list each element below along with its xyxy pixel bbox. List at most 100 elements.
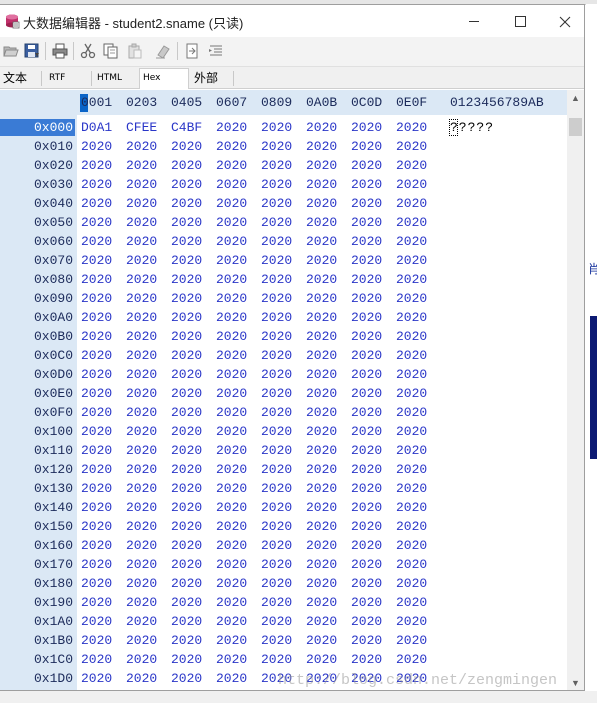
hex-byte-pair[interactable]: 2020 [126, 612, 157, 631]
hex-byte-pair[interactable]: 2020 [261, 251, 292, 270]
hex-byte-pair[interactable]: 2020 [351, 612, 382, 631]
hex-byte-pair[interactable]: 2020 [306, 251, 337, 270]
hex-byte-pair[interactable]: CFEE [126, 118, 157, 137]
hex-byte-pair[interactable]: 2020 [261, 213, 292, 232]
hex-row[interactable]: 0x150 2020 2020 2020 2020 2020 2020 2020 2020 [0, 517, 567, 536]
hex-byte-pair[interactable]: 2020 [306, 194, 337, 213]
hex-byte-pair[interactable]: 2020 [396, 232, 427, 251]
hex-byte-pair[interactable]: 2020 [171, 498, 202, 517]
hex-byte-pair[interactable]: 2020 [306, 479, 337, 498]
hex-byte-pair[interactable]: 2020 [126, 365, 157, 384]
hex-byte-pair[interactable]: 2020 [216, 517, 247, 536]
hex-byte-pair[interactable]: 2020 [261, 137, 292, 156]
hex-byte-pair[interactable]: 2020 [396, 631, 427, 650]
hex-byte-pair[interactable]: 2020 [126, 498, 157, 517]
hex-byte-pair[interactable]: 2020 [171, 251, 202, 270]
hex-byte-pair[interactable]: 2020 [81, 612, 112, 631]
hex-byte-pair[interactable]: 2020 [351, 593, 382, 612]
hex-byte-pair[interactable]: 2020 [81, 270, 112, 289]
hex-byte-pair[interactable]: 2020 [396, 441, 427, 460]
hex-byte-pair[interactable]: 2020 [306, 517, 337, 536]
hex-byte-pair[interactable]: 2020 [216, 441, 247, 460]
hex-byte-pair[interactable]: 2020 [126, 194, 157, 213]
hex-row[interactable]: 0x170 2020 2020 2020 2020 2020 2020 2020 2020 [0, 555, 567, 574]
hex-byte-pair[interactable]: 2020 [306, 403, 337, 422]
hex-row[interactable]: 0x030 2020 2020 2020 2020 2020 2020 2020 2020 [0, 175, 567, 194]
hex-byte-pair[interactable]: 2020 [261, 498, 292, 517]
hex-byte-pair[interactable]: 2020 [306, 156, 337, 175]
hex-byte-pair[interactable]: 2020 [351, 346, 382, 365]
print-icon[interactable] [52, 43, 68, 59]
export-icon[interactable] [208, 43, 224, 59]
hex-byte-pair[interactable]: 2020 [261, 555, 292, 574]
hex-byte-pair[interactable]: 2020 [351, 270, 382, 289]
hex-byte-pair[interactable]: 2020 [306, 327, 337, 346]
hex-byte-pair[interactable]: 2020 [261, 479, 292, 498]
hex-byte-pair[interactable]: 2020 [81, 232, 112, 251]
hex-byte-pair[interactable]: 2020 [306, 441, 337, 460]
hex-byte-pair[interactable]: 2020 [306, 213, 337, 232]
hex-byte-pair[interactable]: 2020 [396, 327, 427, 346]
hex-byte-pair[interactable]: 2020 [126, 555, 157, 574]
hex-row[interactable]: 0x0D0 2020 2020 2020 2020 2020 2020 2020 2020 [0, 365, 567, 384]
maximize-button[interactable] [497, 5, 543, 37]
hex-row[interactable]: 0x0F0 2020 2020 2020 2020 2020 2020 2020 2020 [0, 403, 567, 422]
hex-byte-pair[interactable]: 2020 [396, 384, 427, 403]
import-icon[interactable] [184, 43, 200, 59]
hex-byte-pair[interactable]: 2020 [81, 555, 112, 574]
hex-byte-pair[interactable]: 2020 [396, 308, 427, 327]
hex-byte-pair[interactable]: 2020 [351, 194, 382, 213]
hex-byte-pair[interactable]: 2020 [306, 308, 337, 327]
hex-byte-pair[interactable]: 2020 [171, 194, 202, 213]
hex-row[interactable]: 0x180 2020 2020 2020 2020 2020 2020 2020 2020 [0, 574, 567, 593]
hex-byte-pair[interactable]: 2020 [261, 650, 292, 669]
hex-byte-pair[interactable]: 2020 [396, 213, 427, 232]
hex-byte-pair[interactable]: 2020 [306, 175, 337, 194]
hex-byte-pair[interactable]: 2020 [171, 650, 202, 669]
hex-byte-pair[interactable]: 2020 [171, 308, 202, 327]
hex-byte-pair[interactable]: 2020 [216, 593, 247, 612]
hex-byte-pair[interactable]: 2020 [81, 650, 112, 669]
hex-byte-pair[interactable]: 2020 [216, 631, 247, 650]
hex-byte-pair[interactable]: 2020 [171, 346, 202, 365]
hex-byte-pair[interactable]: 2020 [216, 536, 247, 555]
hex-byte-pair[interactable]: 2020 [81, 479, 112, 498]
hex-byte-pair[interactable]: 2020 [396, 118, 427, 137]
hex-byte-pair[interactable]: 2020 [171, 384, 202, 403]
hex-byte-pair[interactable]: 2020 [216, 669, 247, 688]
hex-byte-pair[interactable]: 2020 [171, 327, 202, 346]
scroll-down-icon[interactable]: ▼ [567, 675, 584, 690]
hex-byte-pair[interactable]: 2020 [216, 574, 247, 593]
hex-byte-pair[interactable]: 2020 [396, 555, 427, 574]
hex-byte-pair[interactable]: 2020 [126, 156, 157, 175]
hex-byte-pair[interactable]: 2020 [81, 498, 112, 517]
hex-byte-pair[interactable]: 2020 [81, 422, 112, 441]
hex-byte-pair[interactable]: 2020 [351, 384, 382, 403]
hex-byte-pair[interactable]: 2020 [126, 536, 157, 555]
hex-byte-pair[interactable]: 2020 [306, 536, 337, 555]
hex-byte-pair[interactable]: 2020 [306, 574, 337, 593]
hex-byte-pair[interactable]: 2020 [396, 403, 427, 422]
hex-byte-pair[interactable]: 2020 [81, 669, 112, 688]
hex-byte-pair[interactable]: 2020 [81, 346, 112, 365]
hex-byte-pair[interactable]: 2020 [396, 593, 427, 612]
hex-byte-pair[interactable]: 2020 [81, 213, 112, 232]
hex-byte-pair[interactable]: 2020 [81, 517, 112, 536]
hex-byte-pair[interactable]: 2020 [261, 574, 292, 593]
hex-row[interactable]: 0x080 2020 2020 2020 2020 2020 2020 2020 2020 [0, 270, 567, 289]
hex-byte-pair[interactable]: 2020 [216, 650, 247, 669]
hex-byte-pair[interactable]: 2020 [216, 384, 247, 403]
hex-byte-pair[interactable]: 2020 [171, 669, 202, 688]
hex-byte-pair[interactable]: 2020 [216, 422, 247, 441]
hex-byte-pair[interactable]: 2020 [126, 574, 157, 593]
hex-byte-pair[interactable]: 2020 [351, 365, 382, 384]
hex-byte-pair[interactable]: 2020 [261, 270, 292, 289]
hex-byte-pair[interactable]: 2020 [216, 346, 247, 365]
hex-byte-pair[interactable]: 2020 [261, 460, 292, 479]
copy-icon[interactable] [103, 43, 119, 59]
hex-view[interactable]: 0001 0203 0405 0607 0809 0A0B 0C0D 0E0F … [0, 90, 567, 690]
tab-text[interactable]: 文本 [0, 69, 40, 87]
hex-byte-pair[interactable]: 2020 [216, 270, 247, 289]
hex-byte-pair[interactable]: 2020 [306, 460, 337, 479]
hex-byte-pair[interactable]: 2020 [306, 498, 337, 517]
